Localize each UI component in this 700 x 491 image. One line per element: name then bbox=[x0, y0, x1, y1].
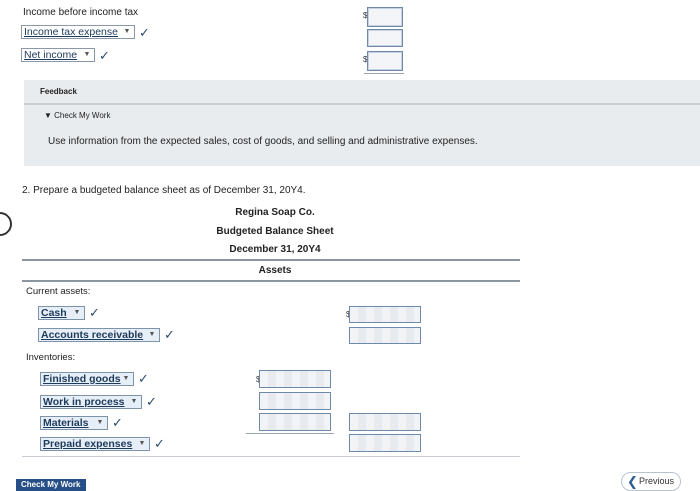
inventories-total-input[interactable] bbox=[349, 413, 421, 431]
materials-dropdown[interactable]: Materials ▼ bbox=[40, 416, 108, 430]
chevron-down-icon: ▼ bbox=[138, 440, 146, 447]
net-income-dropdown[interactable]: Net income ▼ bbox=[21, 48, 95, 62]
cash-dropdown[interactable]: Cash ▼ bbox=[38, 306, 85, 320]
previous-label: Previous bbox=[639, 476, 675, 486]
chevron-left-icon: ❮ bbox=[627, 474, 638, 489]
materials-input[interactable] bbox=[259, 413, 331, 431]
finished-goods-input[interactable] bbox=[259, 370, 331, 388]
previous-button[interactable]: ❮ Previous bbox=[621, 472, 681, 491]
inventories-label: Inventories: bbox=[26, 352, 76, 363]
prepaid-expenses-dropdown[interactable]: Prepaid expenses ▼ bbox=[40, 437, 150, 451]
chevron-down-icon: ▼ bbox=[130, 398, 138, 405]
assets-rule bbox=[22, 280, 520, 282]
income-tax-expense-text: Income tax expense bbox=[24, 26, 118, 38]
chevron-down-icon: ▼ bbox=[96, 419, 104, 426]
prepaid-expenses-input[interactable] bbox=[349, 434, 421, 452]
check-icon: ✓ bbox=[112, 415, 123, 430]
income-before-tax-input[interactable] bbox=[367, 7, 403, 27]
finished-goods-dropdown[interactable]: Finished goods ▼ bbox=[40, 372, 134, 386]
prepaid-expenses-text: Prepaid expenses bbox=[43, 438, 133, 450]
inventories-subtotal-rule bbox=[246, 433, 334, 434]
company-name: Regina Soap Co. bbox=[235, 207, 315, 218]
double-underline bbox=[364, 73, 404, 74]
check-icon: ✓ bbox=[89, 305, 100, 320]
feedback-text: Use information from the expected sales,… bbox=[48, 136, 478, 147]
materials-text: Materials bbox=[43, 417, 89, 429]
check-icon: ✓ bbox=[99, 48, 110, 63]
accounts-receivable-text: Accounts receivable bbox=[41, 329, 144, 341]
statement-title: Budgeted Balance Sheet bbox=[216, 226, 334, 237]
check-icon: ✓ bbox=[154, 436, 165, 451]
question-text: 2. Prepare a budgeted balance sheet as o… bbox=[22, 185, 306, 196]
income-tax-input[interactable] bbox=[367, 29, 403, 47]
accounts-receivable-input[interactable] bbox=[349, 327, 421, 344]
feedback-label: Feedback bbox=[40, 87, 77, 96]
feedback-divider bbox=[24, 103, 700, 105]
work-in-process-dropdown[interactable]: Work in process ▼ bbox=[40, 395, 142, 409]
bottom-rule bbox=[22, 456, 520, 457]
income-tax-expense-dropdown[interactable]: Income tax expense ▼ bbox=[21, 25, 135, 39]
statement-date: December 31, 20Y4 bbox=[229, 244, 321, 255]
check-icon: ✓ bbox=[138, 371, 149, 386]
header-rule bbox=[22, 259, 520, 261]
check-my-work-toggle[interactable]: ▼ Check My Work bbox=[44, 111, 110, 120]
chevron-down-icon: ▼ bbox=[73, 309, 81, 316]
chevron-down-icon: ▼ bbox=[83, 51, 91, 58]
check-icon: ✓ bbox=[139, 25, 150, 40]
chevron-down-icon: ▼ bbox=[122, 375, 130, 382]
net-income-input[interactable] bbox=[367, 51, 403, 71]
check-icon: ✓ bbox=[164, 327, 175, 342]
work-in-process-input[interactable] bbox=[259, 392, 331, 410]
work-in-process-text: Work in process bbox=[43, 396, 125, 408]
cash-text: Cash bbox=[41, 307, 67, 319]
net-income-text: Net income bbox=[24, 49, 78, 61]
assets-heading: Assets bbox=[258, 265, 292, 276]
finished-goods-text: Finished goods bbox=[43, 373, 121, 385]
cash-input[interactable] bbox=[349, 306, 421, 323]
chevron-down-icon: ▼ bbox=[123, 28, 131, 35]
scroll-indicator-icon bbox=[0, 207, 17, 241]
chevron-down-icon: ▼ bbox=[148, 331, 156, 338]
check-icon: ✓ bbox=[146, 394, 157, 409]
check-my-work-button[interactable]: Check My Work bbox=[16, 479, 86, 491]
current-assets-label: Current assets: bbox=[26, 286, 91, 297]
feedback-panel bbox=[24, 80, 700, 166]
accounts-receivable-dropdown[interactable]: Accounts receivable ▼ bbox=[38, 328, 160, 342]
income-before-tax-label: Income before income tax bbox=[23, 7, 139, 18]
